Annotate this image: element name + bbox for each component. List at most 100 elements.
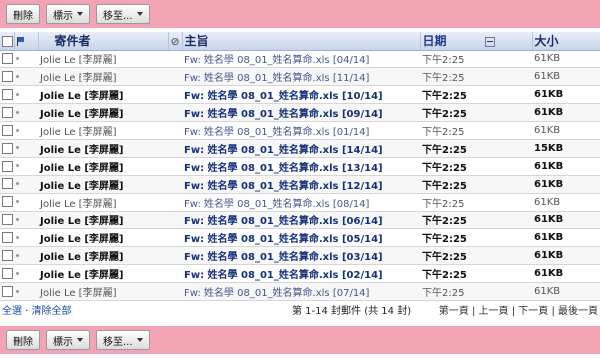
status-dot-icon: [16, 92, 19, 96]
row-date: 下午2:25: [422, 109, 467, 121]
row-size: 61KB: [534, 196, 561, 208]
prev-page-link[interactable]: 上一頁: [479, 306, 509, 317]
row-sender[interactable]: Jolie Le [李屏麗]: [38, 157, 168, 175]
row-sender[interactable]: Jolie Le [李屏麗]: [38, 139, 168, 157]
mark-button-label: 標示: [53, 336, 73, 348]
table-row[interactable]: Jolie Le [李屏麗] Fw: 姓名學 08_01_姓名算命.xls [10…: [0, 86, 600, 104]
delete-button[interactable]: 刪除: [6, 330, 40, 350]
row-subject[interactable]: Fw: 姓名學 08_01_姓名算命.xls [14/14]: [182, 139, 420, 157]
row-checkbox[interactable]: [0, 68, 14, 86]
date-column-header[interactable]: 日期: [420, 32, 533, 51]
table-row[interactable]: Jolie Le [李屏麗] Fw: 姓名學 08_01_姓名算命.xls [03…: [0, 246, 600, 265]
row-subject[interactable]: Fw: 姓名學 08_01_姓名算命.xls [12/14]: [182, 175, 420, 193]
row-checkbox[interactable]: [0, 157, 14, 175]
status-dot-icon: [16, 164, 19, 168]
row-date: 下午2:25: [422, 198, 465, 210]
select-all-checkbox[interactable]: [0, 32, 15, 51]
row-date: 下午2:25: [422, 162, 467, 174]
checkbox-icon: [2, 124, 13, 136]
flag-column-header[interactable]: [14, 32, 39, 51]
row-subject[interactable]: Fw: 姓名學 08_01_姓名算命.xls [03/14]: [182, 247, 420, 265]
row-sender[interactable]: Jolie Le [李屏麗]: [38, 50, 168, 68]
row-attachment: [168, 283, 182, 301]
row-sender[interactable]: Jolie Le [李屏麗]: [38, 265, 168, 283]
table-row[interactable]: Jolie Le [李屏麗] Fw: 姓名學 08_01_姓名算命.xls [02…: [0, 265, 600, 283]
row-status: [14, 122, 38, 140]
row-subject[interactable]: Fw: 姓名學 08_01_姓名算命.xls [04/14]: [182, 50, 420, 68]
row-checkbox[interactable]: [0, 265, 14, 283]
sort-icon[interactable]: [484, 36, 495, 47]
date-header-label: 日期: [422, 34, 447, 49]
row-subject[interactable]: Fw: 姓名學 08_01_姓名算命.xls [05/14]: [182, 229, 420, 247]
row-checkbox[interactable]: [0, 50, 14, 68]
table-row[interactable]: Jolie Le [李屏麗] Fw: 姓名學 08_01_姓名算命.xls [08…: [0, 193, 600, 212]
move-button[interactable]: 移至...: [96, 4, 150, 24]
row-checkbox[interactable]: [0, 86, 14, 104]
checkbox-icon: [2, 249, 13, 261]
status-dot-icon: [16, 182, 19, 186]
delete-button[interactable]: 刪除: [6, 4, 40, 24]
attachment-column-header[interactable]: ⊘: [168, 32, 183, 51]
row-sender[interactable]: Jolie Le [李屏麗]: [38, 283, 168, 301]
last-page-link[interactable]: 最後一頁: [558, 306, 598, 317]
row-sender[interactable]: Jolie Le [李屏麗]: [38, 193, 168, 211]
mark-button[interactable]: 標示: [46, 330, 90, 350]
row-sender[interactable]: Jolie Le [李屏麗]: [38, 68, 168, 86]
table-row[interactable]: Jolie Le [李屏麗] Fw: 姓名學 08_01_姓名算命.xls [01…: [0, 122, 600, 140]
size-column-header[interactable]: 大小: [532, 32, 600, 51]
row-checkbox[interactable]: [0, 283, 14, 301]
next-page-link[interactable]: 下一頁: [518, 306, 548, 317]
mark-button-label: 標示: [53, 10, 73, 22]
row-sender[interactable]: Jolie Le [李屏麗]: [38, 211, 168, 229]
row-size: 61KB: [534, 268, 564, 280]
status-dot-icon: [16, 74, 19, 78]
row-sender[interactable]: Jolie Le [李屏麗]: [38, 229, 168, 247]
row-subject[interactable]: Fw: 姓名學 08_01_姓名算命.xls [13/14]: [182, 157, 420, 175]
row-subject[interactable]: Fw: 姓名學 08_01_姓名算命.xls [07/14]: [182, 283, 420, 301]
table-row[interactable]: Jolie Le [李屏麗] Fw: 姓名學 08_01_姓名算命.xls [04…: [0, 50, 600, 68]
row-subject[interactable]: Fw: 姓名學 08_01_姓名算命.xls [08/14]: [182, 193, 420, 211]
row-checkbox[interactable]: [0, 247, 14, 265]
mark-button[interactable]: 標示: [46, 4, 90, 24]
row-sender[interactable]: Jolie Le [李屏麗]: [38, 104, 168, 122]
row-checkbox[interactable]: [0, 229, 14, 247]
row-sender[interactable]: Jolie Le [李屏麗]: [38, 175, 168, 193]
row-checkbox[interactable]: [0, 122, 14, 140]
clear-all-link[interactable]: 清除全部: [32, 306, 72, 317]
email-table: 寄件者 ⊘ 主旨 日期 大小 Jolie Le [李屏麗] Fw: 姓名學 08_…: [0, 32, 600, 301]
sender-column-header[interactable]: 寄件者: [38, 32, 169, 51]
flag-icon: [16, 36, 26, 46]
row-checkbox[interactable]: [0, 193, 14, 211]
table-row[interactable]: Jolie Le [李屏麗] Fw: 姓名學 08_01_姓名算命.xls [07…: [0, 282, 600, 301]
row-checkbox[interactable]: [0, 104, 14, 122]
row-subject[interactable]: Fw: 姓名學 08_01_姓名算命.xls [10/14]: [182, 86, 420, 104]
row-checkbox[interactable]: [0, 211, 14, 229]
first-page-link[interactable]: 第一頁: [439, 306, 469, 317]
row-subject[interactable]: Fw: 姓名學 08_01_姓名算命.xls [09/14]: [182, 104, 420, 122]
row-date: 下午2:25: [422, 144, 467, 156]
row-checkbox[interactable]: [0, 175, 14, 193]
table-header: 寄件者 ⊘ 主旨 日期 大小: [0, 32, 600, 51]
row-subject[interactable]: Fw: 姓名學 08_01_姓名算命.xls [11/14]: [182, 68, 420, 86]
row-size: 61KB: [534, 178, 564, 190]
row-attachment: [168, 86, 182, 104]
table-row[interactable]: Jolie Le [李屏麗] Fw: 姓名學 08_01_姓名算命.xls [05…: [0, 229, 600, 247]
row-sender[interactable]: Jolie Le [李屏麗]: [38, 247, 168, 265]
row-checkbox[interactable]: [0, 139, 14, 157]
table-row[interactable]: Jolie Le [李屏麗] Fw: 姓名學 08_01_姓名算命.xls [11…: [0, 67, 600, 86]
row-size: 61KB: [534, 71, 561, 83]
row-subject[interactable]: Fw: 姓名學 08_01_姓名算命.xls [06/14]: [182, 211, 420, 229]
select-all-link[interactable]: 全選: [2, 306, 22, 317]
row-sender[interactable]: Jolie Le [李屏麗]: [38, 86, 168, 104]
move-button[interactable]: 移至...: [96, 330, 150, 350]
table-row[interactable]: Jolie Le [李屏麗] Fw: 姓名學 08_01_姓名算命.xls [09…: [0, 103, 600, 122]
row-subject[interactable]: Fw: 姓名學 08_01_姓名算命.xls [02/14]: [182, 265, 420, 283]
table-row[interactable]: Jolie Le [李屏麗] Fw: 姓名學 08_01_姓名算命.xls [13…: [0, 157, 600, 176]
checkbox-icon: [2, 267, 13, 279]
table-row[interactable]: Jolie Le [李屏麗] Fw: 姓名學 08_01_姓名算命.xls [12…: [0, 175, 600, 194]
row-subject[interactable]: Fw: 姓名學 08_01_姓名算命.xls [01/14]: [182, 122, 420, 140]
subject-column-header[interactable]: 主旨: [182, 32, 421, 51]
table-row[interactable]: Jolie Le [李屏麗] Fw: 姓名學 08_01_姓名算命.xls [14…: [0, 139, 600, 158]
table-row[interactable]: Jolie Le [李屏麗] Fw: 姓名學 08_01_姓名算命.xls [06…: [0, 211, 600, 229]
row-sender[interactable]: Jolie Le [李屏麗]: [38, 122, 168, 140]
